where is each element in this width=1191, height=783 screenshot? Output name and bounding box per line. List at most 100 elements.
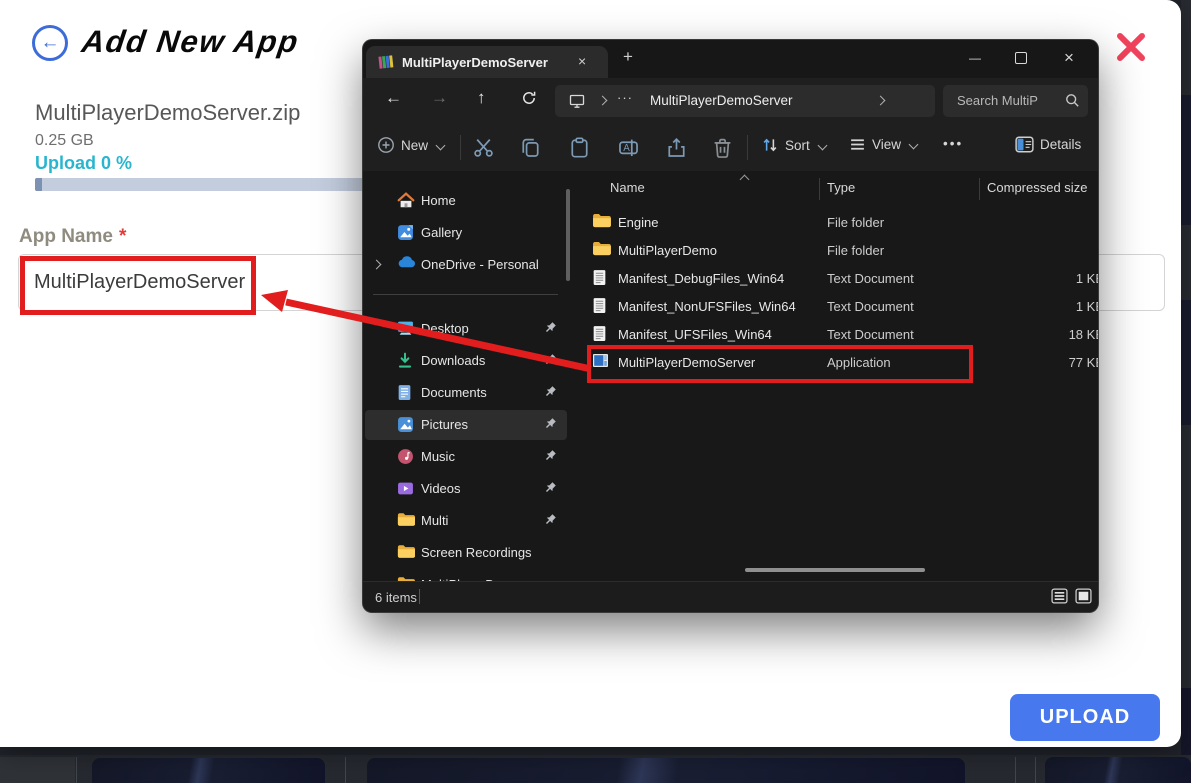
page-title: Add New App <box>79 24 301 60</box>
sort-ascending-icon <box>740 175 750 185</box>
minimize-icon: — <box>969 51 981 65</box>
documents-icon <box>397 384 412 401</box>
explorer-status-bar: 6 items <box>363 581 1098 612</box>
file-row[interactable]: Manifest_DebugFiles_Win64 Text Document … <box>580 264 1098 292</box>
background-card <box>1045 757 1191 783</box>
upload-button[interactable]: UPLOAD <box>1010 694 1160 741</box>
app-name-label: App Name* <box>19 226 126 248</box>
column-header-name[interactable]: Name <box>610 180 645 195</box>
details-button[interactable]: Details <box>1015 136 1081 153</box>
close-x-icon <box>1113 29 1149 65</box>
rename-button[interactable]: A <box>618 137 639 158</box>
sidebar-item-home[interactable]: Home <box>363 186 570 216</box>
upload-progress-label: Upload 0 % <box>35 153 132 174</box>
see-more-button[interactable]: ••• <box>943 136 963 151</box>
pin-icon <box>543 321 557 335</box>
details-view-toggle[interactable] <box>1051 588 1068 604</box>
sidebar-item-multi[interactable]: Multi <box>363 506 570 536</box>
explorer-tab[interactable]: MultiPlayerDemoServer × <box>366 46 608 78</box>
column-header-type[interactable]: Type <box>827 180 855 195</box>
sidebar-separator <box>373 294 558 295</box>
new-tab-button[interactable]: + <box>623 47 633 67</box>
text-document-icon <box>592 269 607 286</box>
new-button[interactable]: New <box>377 136 444 154</box>
breadcrumb[interactable]: ··· MultiPlayerDemoServer <box>555 85 935 117</box>
column-header-size[interactable]: Compressed size <box>987 180 1087 195</box>
breadcrumb-overflow[interactable]: ··· <box>617 90 633 105</box>
window-close-icon: × <box>1064 48 1074 68</box>
delete-button[interactable] <box>712 137 733 158</box>
chevron-down-icon <box>436 140 446 150</box>
desktop-icon <box>397 320 414 336</box>
copy-icon <box>520 137 541 158</box>
background-divider <box>1015 757 1016 783</box>
screen: ← Add New App MultiPlayerDemoServer.zip … <box>0 0 1191 783</box>
sidebar-item-downloads[interactable]: Downloads <box>363 346 570 376</box>
share-button[interactable] <box>666 137 687 158</box>
sidebar-scrollbar[interactable] <box>566 189 570 281</box>
rename-icon: A <box>618 137 639 158</box>
explorer-search-input[interactable]: Search MultiP <box>943 85 1088 117</box>
sidebar-item-videos[interactable]: Videos <box>363 474 570 504</box>
sidebar-item-music[interactable]: Music <box>363 442 570 472</box>
nav-forward-button[interactable]: → <box>431 88 448 108</box>
file-row-multiplayerdemoserver[interactable]: MultiPlayerDemoServer Application 77 KB <box>580 348 1098 376</box>
sidebar-item-screen-recordings[interactable]: Screen Recordings <box>363 538 570 568</box>
breadcrumb-current-folder[interactable]: MultiPlayerDemoServer <box>650 93 793 108</box>
nav-up-button[interactable]: ↑ <box>477 88 486 108</box>
nav-back-button[interactable]: ← <box>385 88 402 108</box>
copy-button[interactable] <box>520 137 541 158</box>
horizontal-scrollbar[interactable] <box>745 568 925 572</box>
new-plus-icon <box>377 136 395 154</box>
file-row[interactable]: Manifest_UFSFiles_Win64 Text Document 18… <box>580 320 1098 348</box>
background-divider <box>345 757 346 783</box>
breadcrumb-chevron-icon <box>598 96 608 106</box>
svg-text:A: A <box>623 143 630 154</box>
thumbnail-view-toggle[interactable] <box>1075 588 1092 604</box>
chevron-down-icon <box>817 140 827 150</box>
folder-icon <box>592 241 611 256</box>
expand-chevron-icon[interactable] <box>372 260 382 270</box>
background-right-band <box>1181 95 1191 225</box>
videos-icon <box>397 480 414 497</box>
file-list: Name Type Compressed size Engine File fo… <box>580 171 1098 582</box>
modal-close-button[interactable] <box>1113 29 1149 65</box>
window-close-button[interactable]: × <box>1047 40 1091 76</box>
column-divider[interactable] <box>979 178 980 200</box>
sidebar-item-desktop[interactable]: Desktop <box>363 314 570 344</box>
file-row[interactable]: Engine File folder <box>580 208 1098 236</box>
sidebar-item-onedrive[interactable]: OneDrive - Personal <box>363 250 570 280</box>
pin-icon <box>543 353 557 367</box>
file-row[interactable]: Manifest_NonUFSFiles_Win64 Text Document… <box>580 292 1098 320</box>
text-document-icon <box>592 325 607 342</box>
pictures-icon <box>397 416 414 433</box>
background-bottom-corner <box>0 757 75 783</box>
back-arrow-icon: ← <box>41 32 60 54</box>
music-icon <box>397 448 414 465</box>
view-button[interactable]: View <box>849 136 917 153</box>
paste-button[interactable] <box>569 137 590 158</box>
background-divider <box>76 757 77 783</box>
sort-button[interactable]: Sort <box>761 136 826 154</box>
back-button[interactable]: ← <box>32 25 68 61</box>
explorer-address-bar: ← → ↑ ··· MultiPlayerDemoServer <box>363 78 1098 124</box>
cut-button[interactable] <box>473 137 494 158</box>
this-pc-icon <box>569 94 585 109</box>
pin-icon <box>543 385 557 399</box>
maximize-button[interactable] <box>999 40 1043 76</box>
column-divider[interactable] <box>819 178 820 200</box>
sidebar-item-pictures[interactable]: Pictures <box>365 410 567 440</box>
sidebar-item-gallery[interactable]: Gallery <box>363 218 570 248</box>
minimize-button[interactable]: — <box>953 40 997 76</box>
background-card <box>367 758 965 783</box>
file-row[interactable]: MultiPlayerDemo File folder <box>580 236 1098 264</box>
folder-icon <box>397 512 415 527</box>
tab-close-button[interactable]: × <box>578 53 586 69</box>
upload-file-size: 0.25 GB <box>35 132 94 150</box>
nav-refresh-button[interactable] <box>521 90 537 106</box>
pin-icon <box>543 449 557 463</box>
onedrive-icon <box>397 256 416 268</box>
sidebar-item-documents[interactable]: Documents <box>363 378 570 408</box>
tab-title: MultiPlayerDemoServer <box>402 55 548 70</box>
application-icon <box>592 353 609 368</box>
